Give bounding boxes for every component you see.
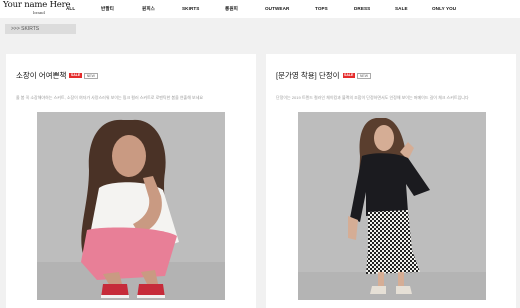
nav-item-onepiece[interactable]: 원피스 [142, 6, 155, 12]
sale-badge: SALE [342, 73, 355, 78]
girl-pink-skirt-photo [37, 112, 225, 300]
product-image[interactable] [298, 112, 486, 300]
nav-item-dress[interactable]: DRESS [354, 6, 370, 11]
nav-item-long-onepiece[interactable]: 롱원피 [225, 6, 238, 12]
new-badge: NEW [356, 72, 372, 79]
nav-item-outwear[interactable]: OUTWEAR [265, 6, 289, 11]
new-badge: NEW [83, 72, 98, 79]
nav-item-only-you[interactable]: ONLY YOU [432, 6, 456, 11]
nav-item-sale[interactable]: SALE [395, 6, 408, 11]
nav-item-short-sleeve[interactable]: 반팔티 [101, 6, 114, 12]
product-image[interactable] [37, 112, 225, 300]
brand-logo-text: Your name Here [3, 0, 71, 10]
nav-item-tops[interactable]: TOPS [315, 6, 328, 11]
model-check-skirt-photo [298, 112, 486, 300]
product-description: 단정이는 2019 트렌드 컬러인 체이킹과 블랙의 조합이 단정하면서도 인정… [276, 95, 469, 100]
brand-logo-subtext: brand [33, 10, 45, 15]
product-card[interactable]: [문가영 착용] 단정이 SALE NEW 단정이는 2019 트렌드 컬러인 … [266, 54, 516, 308]
product-title-row[interactable]: 소장이 어여쁜책 SALE NEW [16, 70, 98, 81]
product-title[interactable]: 소장이 어여쁜책 [16, 70, 66, 81]
product-description: 올 봄 꼭 소장해야하는 스커트, 소장이 여자가 사랑스러워 보이는 핑크 컬… [16, 95, 204, 100]
top-navigation-bar: Your name Here brand ALL 반팔티 원피스 SKIRTS … [0, 0, 520, 18]
brand-logo[interactable]: Your name Here brand [3, 0, 71, 17]
product-card[interactable]: 소장이 어여쁜책 SALE NEW 올 봄 꼭 소장해야하는 스커트, 소장이 … [6, 54, 256, 308]
nav-item-all[interactable]: ALL [66, 6, 75, 11]
nav-item-skirts[interactable]: SKIRTS [182, 6, 199, 11]
product-title[interactable]: [문가영 착용] 단정이 [276, 70, 340, 81]
product-title-row[interactable]: [문가영 착용] 단정이 SALE NEW [276, 70, 372, 81]
sale-badge: SALE [69, 73, 82, 78]
breadcrumb[interactable]: >>> SKIRTS [5, 24, 76, 34]
